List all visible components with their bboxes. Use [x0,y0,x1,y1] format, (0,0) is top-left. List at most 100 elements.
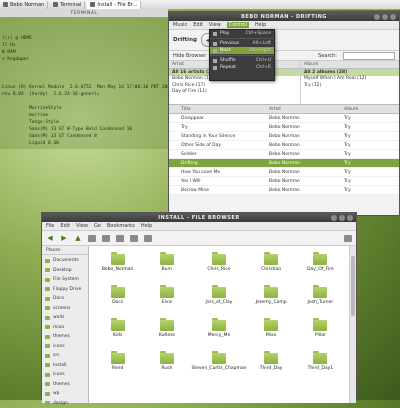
sidebar-item[interactable]: icons [42,370,88,380]
terminal-line [2,21,166,28]
maximize-icon[interactable] [339,215,345,221]
menu-bookmarks[interactable]: Bookmarks [107,223,135,229]
search-icon[interactable] [144,235,152,242]
folder-item[interactable]: Mercy_Me [192,316,247,349]
col-album[interactable]: Album [344,107,399,112]
folder-item[interactable]: Josh_Turner [296,283,345,316]
folder-name: Elvis [162,300,172,305]
up-arrow-icon[interactable]: ▲ [74,234,82,242]
sidebar-item[interactable]: mixa [42,323,88,333]
menu-view[interactable]: View [76,223,88,229]
scrollbar-thumb[interactable] [351,256,355,316]
track-row[interactable]: Other Side of DayBebo NormanTry [169,141,399,150]
close-icon[interactable] [347,215,353,221]
menu-edit[interactable]: Edit [193,22,203,28]
menu-music[interactable]: Music [173,22,187,28]
folder-item[interactable]: Bebo_Norman [93,250,142,283]
folder-name: Burn [162,267,173,272]
sidebar-item[interactable]: src [42,351,88,361]
menu-item-shuffle[interactable]: ShuffleCtrl+U [210,57,274,64]
task-bebo-norman[interactable]: Bebo Norman [0,1,48,9]
menu-file[interactable]: File [46,223,54,229]
places-dropdown[interactable]: Places [42,246,88,255]
menu-item-repeat[interactable]: RepeatCtrl+R [210,64,274,71]
sidebar-item[interactable]: wp [42,389,88,399]
vertical-scrollbar[interactable] [349,246,356,403]
player-titlebar[interactable]: BEBO NORMAN - DRIFTING [169,12,399,21]
music-player-window: BEBO NORMAN - DRIFTING Music Edit View C… [168,11,400,216]
forward-arrow-icon[interactable]: ▶ [60,234,68,242]
menu-item-previous[interactable]: PreviousAlt+Left [210,40,274,47]
track-row[interactable]: DriftingBebo NormanTry [169,159,399,168]
menu-control[interactable]: Control [227,22,249,28]
folder-item[interactable]: Third_Day [246,349,295,382]
menu-help[interactable]: Help [141,223,152,229]
col-artist[interactable]: Artist [269,107,344,112]
sidebar-item[interactable]: File System [42,275,88,285]
menu-help[interactable]: Help [255,22,266,28]
track-row[interactable]: Yes I WillBebo NormanTry [169,177,399,186]
folder-item[interactable]: Rush [142,349,191,382]
album-header[interactable]: Album [301,61,399,69]
folder-item[interactable]: Docs [93,283,142,316]
folder-item[interactable]: Elvis [142,283,191,316]
minimize-icon[interactable] [374,14,380,20]
back-arrow-icon[interactable]: ◀ [46,234,54,242]
artist-row[interactable]: Day of Fire (11) [169,89,300,96]
sidebar-item[interactable]: Floppy Drive [42,285,88,295]
library-browser: Artist All 16 artists (272) Bebo Norman … [169,61,399,105]
sidebar-item[interactable]: themes [42,332,88,342]
sidebar-item[interactable]: Install [42,361,88,371]
track-row[interactable]: Borrow MineBebo NormanTry [169,186,399,195]
track-row[interactable]: How You Love MeBebo NormanTry [169,168,399,177]
sidebar-item[interactable]: Documents [42,256,88,266]
sidebar-item[interactable]: Docs [42,294,88,304]
album-row[interactable]: Try (12) [301,82,399,89]
folder-item[interactable]: Jars_of_Clay [192,283,247,316]
track-row[interactable]: SoldierBebo NormanTry [169,150,399,159]
menu-go[interactable]: Go [94,223,101,229]
reload-icon[interactable] [102,235,110,242]
maximize-icon[interactable] [382,14,388,20]
menu-separator [210,38,274,39]
sidebar-item[interactable]: icons [42,342,88,352]
track-row[interactable]: TryBebo NormanTry [169,123,399,132]
sidebar-item[interactable]: themes [42,380,88,390]
menu-item-play[interactable]: PlayCtrl+Space [210,30,274,37]
folder-item[interactable]: Kids [93,316,142,349]
folder-item[interactable]: Day_Of_Fire [296,250,345,283]
folder-name: Kids [113,333,122,338]
task-terminal[interactable]: Terminal [50,1,85,9]
sidebar-item[interactable]: walls [42,313,88,323]
folder-item[interactable]: Mixx [246,316,295,349]
folder-item[interactable]: Rend [93,349,142,382]
track-row[interactable]: Standing in Your SilenceBebo NormanTry [169,132,399,141]
menu-item-next[interactable]: NextAlt+Right [210,47,274,54]
terminal-window[interactable]: TERMINAL l(r) @ HOMEll HzB RAMo Kegdaper… [0,9,168,149]
window-controls [331,215,353,221]
folder-item[interactable]: Third_Day1 [296,349,345,382]
track-row[interactable]: DisappearBebo NormanTry [169,114,399,123]
stop-icon[interactable] [88,235,96,242]
folder-item[interactable]: Steven_Curtis_Chapman [192,349,247,382]
files-titlebar[interactable]: INSTALL - FILE BROWSER [42,213,356,222]
sidebar-item[interactable]: Desktop [42,266,88,276]
folder-item[interactable]: Kutless [142,316,191,349]
folder-icon [45,278,50,282]
home-icon[interactable] [116,235,124,242]
task-file-browser[interactable]: Install - File Br... [87,1,141,9]
menu-view[interactable]: View [209,22,221,28]
menu-edit[interactable]: Edit [60,223,70,229]
folder-item[interactable]: Chris_Rice [192,250,247,283]
folder-item[interactable]: Jeremy_Camp [246,283,295,316]
folder-item[interactable]: Burn [142,250,191,283]
col-title[interactable]: Title [181,107,269,112]
close-icon[interactable] [390,14,396,20]
folder-item[interactable]: Pillar [296,316,345,349]
search-input[interactable] [343,52,395,60]
computer-icon[interactable] [130,235,138,242]
sidebar-item[interactable]: screens [42,304,88,314]
folder-item[interactable]: Christian [246,250,295,283]
hide-browser-button[interactable]: Hide Browser [173,53,206,59]
minimize-icon[interactable] [331,215,337,221]
